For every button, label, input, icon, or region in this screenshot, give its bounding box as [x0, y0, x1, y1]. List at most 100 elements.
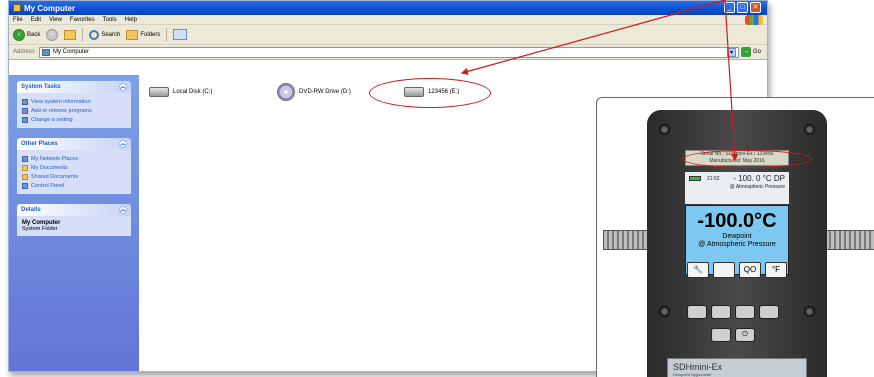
highlight-oval-drive [369, 78, 491, 108]
folders-icon [126, 29, 139, 40]
place-label: Control Panel [31, 182, 65, 189]
dewpoint-label: Dewpoint [722, 233, 752, 240]
control-panel-icon [22, 116, 28, 123]
model-sub: Dewpoint Hygrometer [673, 372, 712, 377]
back-button[interactable]: ‹ Back [13, 28, 41, 41]
task-change-setting[interactable]: Change a setting [22, 115, 126, 124]
place-control-panel[interactable]: Control Panel [22, 181, 126, 190]
address-bar: Address My Computer ▾ → Go [9, 45, 767, 60]
system-tasks-title: System Tasks [21, 84, 61, 90]
folders-label: Folders [140, 31, 161, 38]
screen-time: 21:52 [707, 176, 720, 182]
highlight-oval-serial [682, 150, 812, 168]
network-icon [22, 155, 28, 162]
device-photo-frame: Serial No.: SDHmini-Ex / 123456 Manufact… [596, 97, 874, 377]
toolbar-separator [82, 27, 84, 42]
collapse-icon[interactable]: ︽ [119, 206, 127, 214]
place-shared-documents[interactable]: Shared Documents [22, 172, 126, 181]
info-icon [22, 98, 28, 105]
place-my-documents[interactable]: My Documents [22, 163, 126, 172]
drive-c[interactable]: Local Disk (C:) [149, 87, 212, 97]
system-tasks-panel: System Tasks ︽ View system information A… [17, 81, 131, 128]
task-label: Add or remove programs [31, 107, 92, 114]
back-arrow-icon: ‹ [13, 28, 25, 41]
place-label: My Network Places [31, 155, 79, 162]
task-label: View system information [31, 98, 91, 105]
back-label: Back [27, 31, 41, 38]
window-title: My Computer [24, 3, 76, 13]
keypad-button[interactable] [711, 328, 731, 342]
keypad-button[interactable] [711, 305, 731, 319]
address-input[interactable]: My Computer ▾ [39, 46, 739, 58]
chevron-down-icon[interactable]: ▾ [726, 47, 736, 57]
screen-status: 21:52 - 100. 0 °C DP @ Atmospheric Press… [685, 172, 789, 204]
menu-edit[interactable]: Edit [31, 17, 41, 23]
settings-key[interactable]: 🔧 [687, 262, 709, 278]
drive-d[interactable]: DVD-RW Drive (D:) [277, 83, 351, 101]
soft-key-row: 🔧 QO °F [687, 262, 787, 278]
task-view-system-info[interactable]: View system information [22, 97, 126, 106]
details-type: System Folder [22, 226, 58, 232]
menu-view[interactable]: View [49, 17, 62, 23]
details-title: Details [21, 207, 41, 213]
folders-button[interactable]: Folders [126, 29, 161, 40]
screw [804, 306, 815, 317]
task-label: Change a setting [31, 116, 73, 123]
menu-bar: File Edit View Favorites Tools Help [9, 15, 767, 25]
title-bar[interactable]: My Computer _ □ ✕ [9, 1, 767, 15]
screw [804, 124, 815, 135]
task-add-remove-programs[interactable]: Add or remove programs [22, 106, 126, 115]
close-button[interactable]: ✕ [750, 2, 761, 13]
system-tasks-header[interactable]: System Tasks ︽ [17, 81, 131, 93]
place-label: My Documents [31, 164, 68, 171]
model-label: SDHmini-Ex Dewpoint Hygrometer [667, 358, 807, 377]
model-name: SDHmini-Ex [673, 362, 723, 372]
toolbar-separator [166, 27, 168, 42]
maximize-button[interactable]: □ [737, 2, 748, 13]
power-button[interactable]: ⏻ [735, 328, 755, 342]
calibrate-key[interactable] [713, 262, 735, 278]
menu-file[interactable]: File [13, 17, 23, 23]
search-label: Search [101, 31, 121, 38]
go-button[interactable]: → Go [740, 47, 761, 57]
screen-top-reading: - 100. 0 °C DP [733, 174, 785, 183]
other-places-header[interactable]: Other Places ︽ [17, 138, 131, 150]
place-network[interactable]: My Network Places [22, 154, 126, 163]
inlet-fitting [603, 230, 649, 250]
keypad-button[interactable] [687, 305, 707, 319]
address-label: Address [13, 49, 36, 55]
units-key[interactable]: °F [765, 262, 787, 278]
up-folder-icon[interactable] [64, 29, 77, 40]
hard-drive-icon [149, 87, 169, 97]
control-panel-icon [22, 182, 28, 189]
toolbar: ‹ Back › Search Folders [9, 25, 767, 45]
forward-button[interactable]: › [46, 28, 59, 41]
search-button[interactable]: Search [89, 29, 121, 40]
drive-label: Local Disk (C:) [173, 89, 213, 95]
go-arrow-icon: → [740, 47, 751, 57]
dvd-drive-icon [277, 83, 295, 101]
battery-icon [689, 176, 701, 181]
menu-favorites[interactable]: Favorites [70, 17, 95, 23]
minimize-button[interactable]: _ [724, 2, 735, 13]
folder-icon [22, 173, 28, 180]
task-pane: System Tasks ︽ View system information A… [9, 75, 139, 371]
outlet-fitting [825, 230, 874, 250]
collapse-icon[interactable]: ︽ [119, 140, 127, 148]
details-header[interactable]: Details ︽ [17, 204, 131, 216]
go-label: Go [752, 49, 761, 55]
record-key[interactable]: QO [739, 262, 761, 278]
views-icon[interactable] [173, 29, 188, 40]
folder-icon [22, 164, 28, 171]
screen-top-condition: @ Atmospheric Pressure [729, 184, 785, 190]
menu-tools[interactable]: Tools [103, 17, 117, 23]
dewpoint-value: -100.0°C [697, 210, 777, 232]
keypad [687, 305, 779, 319]
windows-logo-icon [745, 15, 763, 25]
keypad-button[interactable] [735, 305, 755, 319]
keypad-button[interactable] [759, 305, 779, 319]
menu-help[interactable]: Help [125, 17, 137, 23]
other-places-title: Other Places [21, 141, 58, 147]
collapse-icon[interactable]: ︽ [119, 83, 127, 91]
screw [659, 124, 670, 135]
